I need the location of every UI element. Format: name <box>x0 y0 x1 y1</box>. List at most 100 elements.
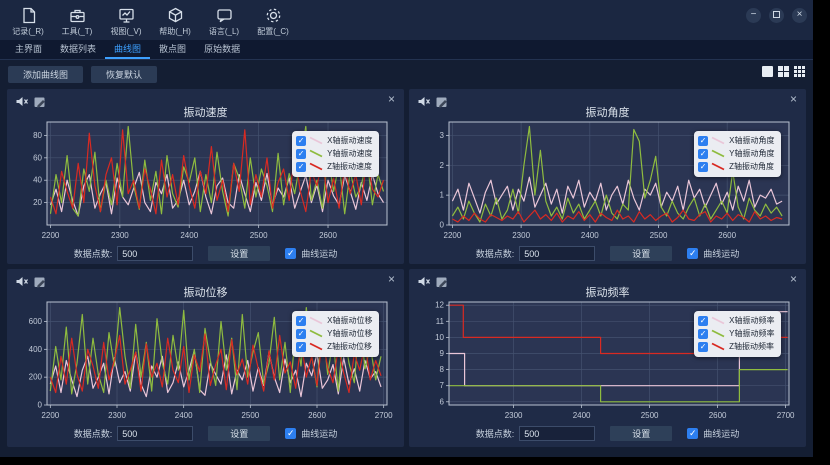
legend-label: Z轴振动频率 <box>729 341 774 352</box>
sound-mute-icon[interactable] <box>417 95 430 108</box>
data-points-input[interactable] <box>117 246 193 261</box>
legend-item[interactable]: ✓X轴振动频率 <box>698 315 774 326</box>
legend-checkbox[interactable]: ✓ <box>296 316 306 326</box>
legend-checkbox[interactable]: ✓ <box>698 162 708 172</box>
svg-text:8: 8 <box>439 365 444 374</box>
minimize-button[interactable]: − <box>746 8 761 23</box>
legend-item[interactable]: ✓Y轴振动速度 <box>296 148 372 159</box>
legend-checkbox[interactable]: ✓ <box>698 149 708 159</box>
menu-item-1[interactable]: 记录(_R) <box>8 3 48 37</box>
svg-text:200: 200 <box>28 373 42 382</box>
sound-mute-icon[interactable] <box>15 275 28 288</box>
panel-controls: 数据点数:设置✓曲线运动 <box>7 426 404 441</box>
panel-close-button[interactable]: × <box>388 272 395 286</box>
legend-line-sample <box>309 342 324 351</box>
toolbox-icon <box>68 6 87 25</box>
panel-header-icons <box>15 95 46 108</box>
restore-default-button[interactable]: 恢复默认 <box>91 66 157 83</box>
settings-button[interactable]: 设置 <box>610 426 672 441</box>
legend-item[interactable]: ✓X轴振动速度 <box>296 135 372 146</box>
settings-button[interactable]: 设置 <box>208 426 270 441</box>
menu-item-3[interactable]: 视图(_V) <box>106 3 146 37</box>
edit-chart-icon[interactable] <box>435 95 448 108</box>
svg-text:60: 60 <box>33 153 42 162</box>
chart-title: 振动速度 <box>7 104 404 119</box>
legend-checkbox[interactable]: ✓ <box>296 162 306 172</box>
legend-checkbox[interactable]: ✓ <box>698 342 708 352</box>
legend-item[interactable]: ✓ Z轴振动频率 <box>698 341 774 352</box>
data-points-input[interactable] <box>519 246 595 261</box>
menu-item-label: 语言(_L) <box>209 26 239 37</box>
data-points-input[interactable] <box>117 426 193 441</box>
layout-single-icon[interactable] <box>762 66 773 77</box>
add-curve-chart-button[interactable]: 添加曲线图 <box>8 66 83 83</box>
legend-checkbox[interactable]: ✓ <box>698 329 708 339</box>
svg-text:400: 400 <box>28 345 42 354</box>
legend-item[interactable]: ✓Z轴振动速度 <box>296 161 372 172</box>
legend-checkbox[interactable]: ✓ <box>296 136 306 146</box>
panel-controls: 数据点数:设置✓曲线运动 <box>409 246 806 261</box>
maximize-icon <box>773 11 780 18</box>
svg-text:2700: 2700 <box>374 411 392 420</box>
data-points-label: 数据点数: <box>74 247 113 260</box>
legend-line-sample <box>711 136 726 145</box>
svg-text:9: 9 <box>439 349 444 358</box>
legend-checkbox[interactable]: ✓ <box>296 149 306 159</box>
tab-散点图[interactable]: 散点图 <box>150 39 195 59</box>
close-button[interactable]: × <box>792 8 807 23</box>
legend-checkbox[interactable]: ✓ <box>698 136 708 146</box>
sound-mute-icon[interactable] <box>417 275 430 288</box>
chart-panel-grid: ×振动速度2200230024002500260020406080✓X轴振动速度… <box>7 89 806 447</box>
tab-数据列表[interactable]: 数据列表 <box>51 39 105 59</box>
sound-mute-icon[interactable] <box>15 95 28 108</box>
legend-item[interactable]: ✓X轴振动位移 <box>296 315 372 326</box>
data-points-label: 数据点数: <box>476 247 515 260</box>
svg-text:2600: 2600 <box>708 411 726 420</box>
edit-chart-icon[interactable] <box>435 275 448 288</box>
tab-曲线图[interactable]: 曲线图 <box>105 39 150 59</box>
menu-item-5[interactable]: 语言(_L) <box>204 3 244 37</box>
maximize-button[interactable] <box>769 8 784 23</box>
legend-item[interactable]: ✓Z轴振动位移 <box>296 341 372 352</box>
panel-controls: 数据点数:设置✓曲线运动 <box>7 246 404 261</box>
legend-line-sample <box>711 316 726 325</box>
svg-text:12: 12 <box>435 301 444 310</box>
menu-item-2[interactable]: 工具(_T) <box>57 3 97 37</box>
menu-item-4[interactable]: 帮助(_H) <box>155 3 195 37</box>
legend-item[interactable]: ✓Y轴振动角度 <box>698 148 774 159</box>
edit-chart-icon[interactable] <box>33 275 46 288</box>
chart-panel-2: ×振动角度220023002400250026000123✓X轴振动角度✓Y轴振… <box>409 89 806 264</box>
layout-3x3-icon[interactable] <box>794 66 805 77</box>
curve-motion-checkbox[interactable]: ✓ <box>687 428 698 439</box>
legend-item[interactable]: ✓Y轴振动频率 <box>698 328 774 339</box>
legend-checkbox[interactable]: ✓ <box>296 329 306 339</box>
menu-item-6[interactable]: 配置(_C) <box>253 3 293 37</box>
tab-主界面[interactable]: 主界面 <box>6 39 51 59</box>
legend-item[interactable]: ✓Z轴振动角度 <box>698 161 774 172</box>
settings-button[interactable]: 设置 <box>610 246 672 261</box>
app-window: 记录(_R) 工具(_T) 视图(_V) 帮助(_H) 语言(_L) 配置(_C) − ×… <box>0 0 813 457</box>
svg-text:0: 0 <box>439 221 444 230</box>
chart-area: 2200230024002500260020406080✓X轴振动速度✓Y轴振动… <box>17 119 395 243</box>
legend-item[interactable]: ✓Y轴振动位移 <box>296 328 372 339</box>
menu-item-label: 记录(_R) <box>12 26 44 37</box>
legend-checkbox[interactable]: ✓ <box>698 316 708 326</box>
legend-item[interactable]: ✓X轴振动角度 <box>698 135 774 146</box>
curve-motion-checkbox[interactable]: ✓ <box>687 248 698 259</box>
settings-button[interactable]: 设置 <box>208 246 270 261</box>
svg-text:6: 6 <box>439 397 444 406</box>
chart-panel-1: ×振动速度2200230024002500260020406080✓X轴振动速度… <box>7 89 404 264</box>
edit-chart-icon[interactable] <box>33 95 46 108</box>
svg-text:20: 20 <box>33 198 42 207</box>
curve-motion-checkbox[interactable]: ✓ <box>285 248 296 259</box>
tab-原始数据[interactable]: 原始数据 <box>195 39 249 59</box>
data-points-input[interactable] <box>519 426 595 441</box>
legend-checkbox[interactable]: ✓ <box>296 342 306 352</box>
curve-motion-checkbox[interactable]: ✓ <box>285 428 296 439</box>
panel-close-button[interactable]: × <box>790 272 797 286</box>
panel-close-button[interactable]: × <box>388 92 395 106</box>
panel-close-button[interactable]: × <box>790 92 797 106</box>
legend-line-sample <box>309 136 324 145</box>
layout-2x2-icon[interactable] <box>778 66 789 77</box>
action-bar: 添加曲线图 恢复默认 <box>0 60 813 86</box>
